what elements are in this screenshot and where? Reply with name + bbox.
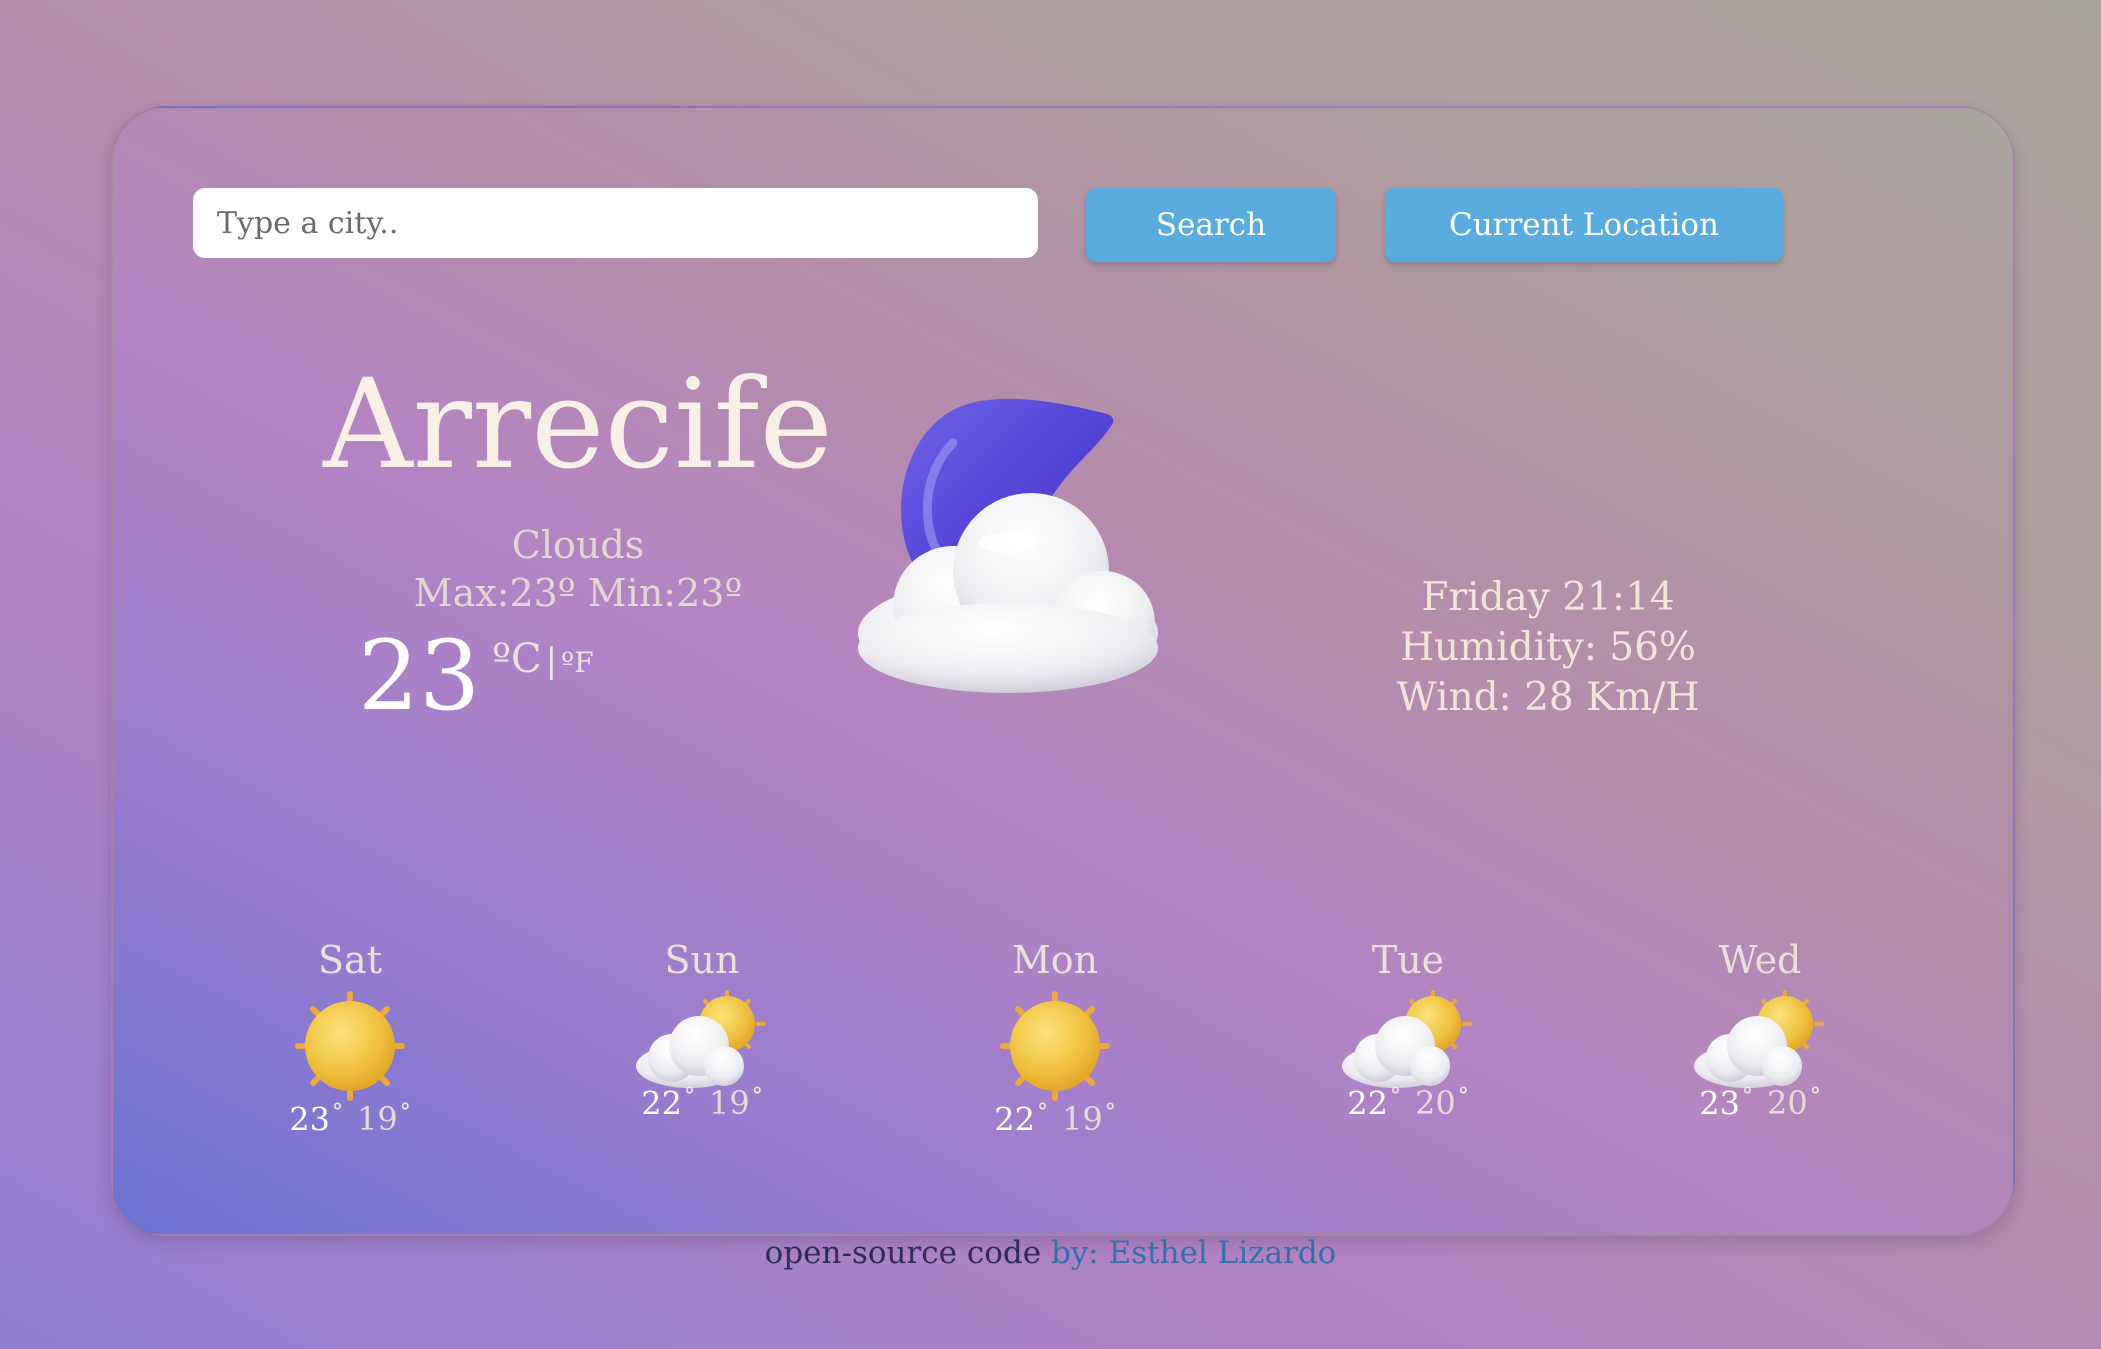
forecast-temps: 22° 19°: [592, 1084, 812, 1123]
wind-speed: Wind: 28 Km/H: [1396, 674, 1700, 720]
forecast-max: 22: [994, 1100, 1035, 1139]
open-source-code-link[interactable]: open-source code: [765, 1235, 1041, 1271]
current-location-button[interactable]: Current Location: [1385, 188, 1783, 262]
degree-symbol: °: [399, 1099, 411, 1125]
forecast-max: 22: [1347, 1084, 1388, 1123]
sun-icon: [1000, 990, 1110, 1101]
forecast-temps: 22° 19°: [945, 1100, 1165, 1139]
city-search-input[interactable]: [193, 188, 1038, 258]
degree-symbol: °: [1742, 1083, 1753, 1109]
degree-symbol: °: [332, 1099, 343, 1125]
author-credit: by: Esthel Lizardo: [1050, 1235, 1337, 1271]
search-button[interactable]: Search: [1086, 188, 1336, 262]
forecast-day-name: Mon: [1011, 938, 1099, 982]
forecast-max: 23: [289, 1100, 330, 1139]
degree-symbol: °: [1457, 1083, 1469, 1109]
unit-toggle: ºC | ºF: [492, 636, 593, 682]
forecast-max: 22: [641, 1084, 682, 1123]
celsius-link[interactable]: ºC: [492, 636, 541, 682]
forecast-day: Wed 23° 20°: [1650, 938, 1870, 1122]
forecast-min: 19: [1062, 1100, 1103, 1139]
forecast-day-name: Sun: [664, 938, 740, 982]
forecast-max: 23: [1699, 1084, 1740, 1123]
forecast-day: Sat 23° 19°: [240, 938, 460, 1138]
fahrenheit-link[interactable]: ºF: [561, 646, 594, 679]
humidity: Humidity: 56%: [1400, 624, 1696, 670]
forecast-day-name: Sat: [318, 938, 382, 982]
forecast-min: 20: [1767, 1084, 1808, 1123]
degree-symbol: °: [1390, 1083, 1401, 1109]
footer: open-source code by: Esthel Lizardo: [0, 1235, 2101, 1271]
forecast-min: 19: [709, 1084, 750, 1123]
forecast-day: Mon 22° 19°: [945, 938, 1165, 1138]
forecast-day: Sun 22° 19°: [592, 938, 812, 1122]
current-temperature: 23: [358, 620, 481, 732]
degree-symbol: °: [751, 1083, 763, 1109]
forecast-temps: 23° 20°: [1650, 1084, 1870, 1123]
sun-icon: [295, 990, 405, 1101]
degree-symbol: °: [1104, 1099, 1116, 1125]
weather-details: Friday 21:14 Humidity: 56% Wind: 28 Km/H: [1313, 573, 1783, 723]
forecast-min: 19: [357, 1100, 398, 1139]
forecast-day-name: Tue: [1371, 938, 1445, 982]
forecast-min: 20: [1415, 1084, 1456, 1123]
moon-cloud-icon: [858, 398, 1158, 693]
forecast-temps: 22° 20°: [1298, 1084, 1518, 1123]
forecast-day-name: Wed: [1718, 938, 1802, 982]
unit-separator: |: [545, 641, 558, 681]
weather-card: Search Current Location Arrecife Clouds …: [111, 106, 2015, 1236]
degree-symbol: °: [684, 1083, 695, 1109]
date-time: Friday 21:14: [1421, 575, 1675, 620]
current-temperature-block: 23 ºC | ºF: [358, 628, 594, 748]
degree-symbol: °: [1037, 1099, 1048, 1125]
forecast-temps: 23° 19°: [240, 1100, 460, 1139]
forecast-day: Tue 22° 20°: [1298, 938, 1518, 1122]
degree-symbol: °: [1809, 1083, 1821, 1109]
forecast-list: Sat 23° 19° Sun 22° 19° Mon 22° 19° Tue …: [113, 938, 2013, 1218]
